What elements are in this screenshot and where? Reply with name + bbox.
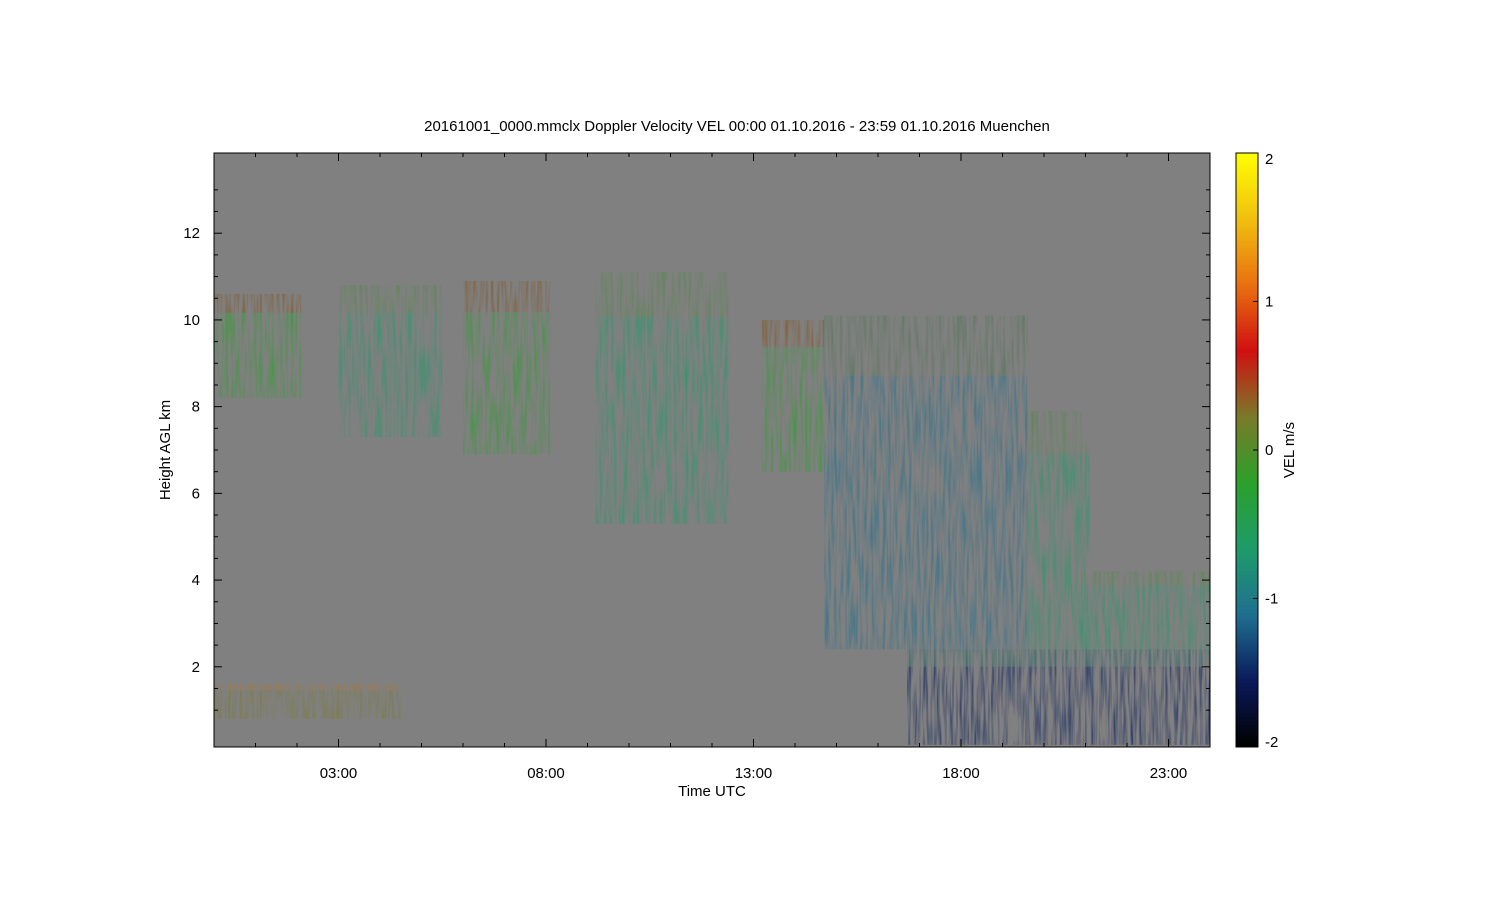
doppler-velocity-chart: 20161001_0000.mmclx Doppler Velocity VEL…: [157, 118, 1298, 800]
echo-region-deep-cloud-15-19: [824, 315, 1028, 650]
y-tick-label: 8: [192, 399, 200, 416]
colorbar-tick-label: 1: [1265, 294, 1273, 311]
echo-top-low-cloud-00-04: [214, 684, 401, 691]
y-tick-label: 6: [192, 485, 200, 502]
y-axis-label: Height AGL km: [157, 400, 174, 500]
x-tick-label: 08:00: [527, 765, 565, 782]
echo-region-layer-19-22: [1027, 410, 1090, 650]
echo-top-cirrus-00-02: [214, 293, 302, 313]
echo-top-cirrus-06-08: [463, 280, 551, 313]
colorbar-tick-label: 2: [1265, 151, 1273, 168]
y-tick-label: 2: [192, 659, 200, 676]
echo-region-layer-21-24: [1081, 571, 1210, 650]
colorbar-label: VEL m/s: [1281, 422, 1298, 478]
colorbar-tick-label: -1: [1265, 591, 1278, 608]
echo-region-cirrus-00-02: [214, 293, 302, 398]
echo-top-precip-17-24: [907, 649, 1210, 667]
y-tick-label: 4: [192, 572, 200, 589]
colorbar-tick-label: -2: [1265, 734, 1278, 751]
colorbar-tick-label: 0: [1265, 442, 1273, 459]
echo-region-cirrus-09-12: [595, 272, 729, 524]
echo-top-cirrus-09-12: [595, 272, 729, 318]
y-tick-label: 10: [183, 312, 200, 329]
y-tick-label: 12: [183, 225, 200, 242]
echo-top-layer-19-22: [1027, 410, 1090, 454]
echo-top-cirrus-03-05: [338, 285, 443, 313]
echo-top-layer-21-24: [1081, 571, 1210, 586]
echo-region-low-cloud-00-04: [214, 684, 401, 719]
x-tick-label: 23:00: [1150, 765, 1188, 782]
x-tick-label: 03:00: [320, 765, 358, 782]
echo-region-cirrus-13-15: [761, 319, 825, 472]
echo-region-cirrus-03-05: [338, 285, 443, 437]
chart-title: 20161001_0000.mmclx Doppler Velocity VEL…: [424, 118, 1050, 135]
echo-region-cirrus-06-08: [463, 280, 551, 455]
x-tick-label: 18:00: [942, 765, 980, 782]
x-axis-label: Time UTC: [678, 783, 746, 800]
x-tick-label: 13:00: [735, 765, 773, 782]
echo-top-cirrus-13-15: [761, 319, 825, 348]
echo-top-deep-cloud-15-19: [824, 315, 1028, 376]
echo-region-precip-17-24: [907, 649, 1210, 745]
